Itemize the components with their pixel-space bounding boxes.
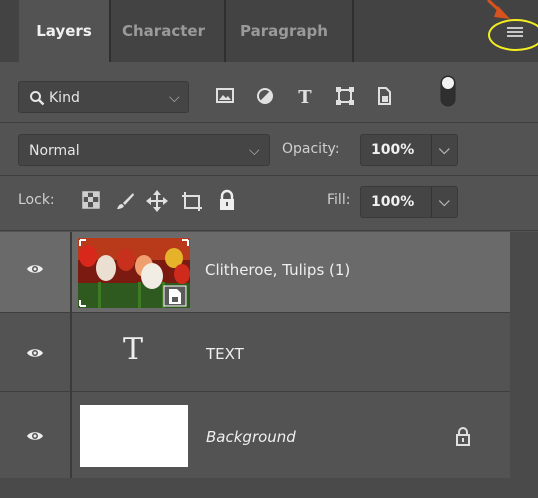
search-icon <box>30 91 45 106</box>
divider <box>0 230 538 231</box>
layer-row-tulips[interactable]: Clitheroe, Tulips (1) <box>0 232 510 312</box>
layer-name: Background <box>206 428 296 446</box>
tulips-thumbnail <box>78 238 190 308</box>
layer-lock-icon[interactable] <box>455 426 471 446</box>
svg-text:T: T <box>123 332 143 365</box>
filter-kind-label: Kind <box>49 90 80 106</box>
divider <box>0 122 538 123</box>
visibility-eye-icon[interactable] <box>26 346 44 360</box>
tab-divider <box>224 0 226 62</box>
image-filter-icon[interactable] <box>215 86 235 106</box>
chevron-down-icon: ⌵ <box>169 90 180 106</box>
lock-transparent-pixels-icon[interactable] <box>82 191 100 209</box>
layer-name: TEXT <box>206 345 244 363</box>
chevron-down-icon: ⌵ <box>439 142 450 158</box>
tab-divider <box>352 0 354 62</box>
tab-layers[interactable]: Layers <box>19 0 109 62</box>
adjustment-filter-icon[interactable] <box>255 86 275 106</box>
tab-paragraph[interactable]: Paragraph <box>240 0 328 62</box>
panel-footer <box>0 478 538 498</box>
opacity-field[interactable]: 100% ⌵ <box>360 134 458 166</box>
layers-panel: Layers Character Paragraph Kind ⌵ T Norm… <box>0 0 538 498</box>
field-divider <box>431 187 432 217</box>
tab-character[interactable]: Character <box>122 0 205 62</box>
lock-position-icon[interactable] <box>146 190 168 212</box>
lock-all-icon[interactable] <box>218 189 236 211</box>
type-filter-icon[interactable]: T <box>295 86 315 106</box>
text-layer-icon: T <box>123 332 143 365</box>
blend-mode-dropdown[interactable]: Normal ⌵ <box>18 134 270 166</box>
filter-toggle-icon[interactable] <box>440 74 456 108</box>
filter-kind-dropdown[interactable]: Kind ⌵ <box>18 81 189 113</box>
lock-artboard-icon[interactable] <box>180 190 204 212</box>
visibility-eye-icon[interactable] <box>26 262 44 276</box>
opacity-value: 100% <box>371 142 415 158</box>
svg-text:T: T <box>298 87 312 106</box>
fill-field[interactable]: 100% ⌵ <box>360 186 458 218</box>
fill-value: 100% <box>371 194 415 210</box>
layer-row-background[interactable]: Background <box>0 392 510 478</box>
blend-mode-label: Normal <box>29 143 80 159</box>
panel-menu-button[interactable] <box>488 19 538 51</box>
shape-filter-icon[interactable] <box>335 86 355 106</box>
divider <box>0 175 538 176</box>
layers-scrollbar[interactable] <box>510 232 538 498</box>
field-divider <box>431 135 432 165</box>
opacity-label: Opacity: <box>282 141 340 157</box>
panel-tab-bar: Layers Character Paragraph <box>0 0 538 62</box>
lock-label: Lock: <box>18 192 55 208</box>
visibility-eye-icon[interactable] <box>26 429 44 443</box>
fill-label: Fill: <box>327 192 351 208</box>
column-divider <box>70 232 72 478</box>
chevron-down-icon: ⌵ <box>439 194 450 210</box>
layer-name: Clitheroe, Tulips (1) <box>205 261 351 279</box>
smart-object-filter-icon[interactable] <box>374 86 394 106</box>
tab-divider <box>109 0 111 62</box>
background-thumbnail <box>80 405 188 467</box>
chevron-down-icon: ⌵ <box>249 143 260 159</box>
hamburger-menu-icon <box>507 27 523 39</box>
lock-image-pixels-icon[interactable] <box>115 191 135 211</box>
layer-row-text[interactable]: T TEXT <box>0 313 510 391</box>
